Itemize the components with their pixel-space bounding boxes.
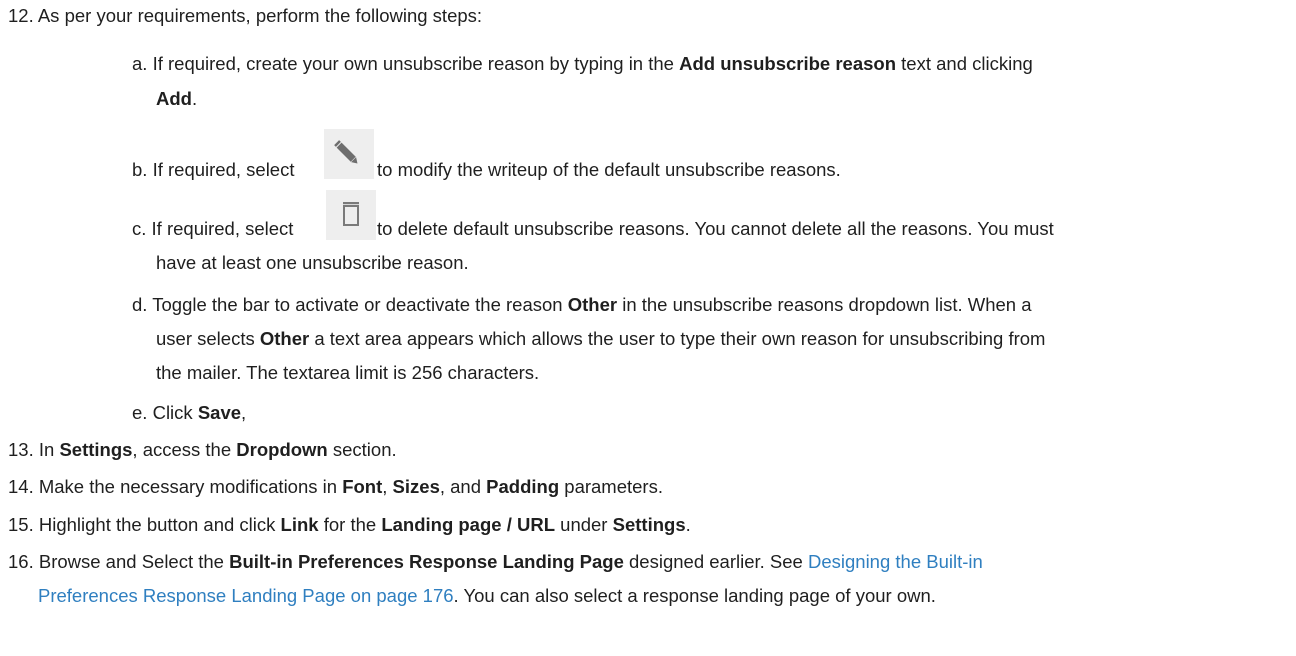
cross-reference-link[interactable]: Preferences Response Landing Page on pag… <box>38 585 454 606</box>
step-14: 14. Make the necessary modifications in … <box>8 475 663 499</box>
bold-term: Dropdown <box>236 439 328 460</box>
substep-text: to modify the writeup of the default uns… <box>377 159 841 180</box>
substep-label: c. <box>132 218 147 239</box>
step-number: 13. <box>8 439 34 460</box>
step-number: 14. <box>8 476 34 497</box>
step-15: 15. Highlight the button and click Link … <box>8 513 691 537</box>
cross-reference-link[interactable]: Designing the Built-in <box>808 551 983 572</box>
substep-text: If required, select <box>147 159 295 180</box>
step-12: 12. As per your requirements, perform th… <box>8 4 482 28</box>
substep-text: to delete default unsubscribe reasons. Y… <box>377 218 1054 239</box>
substep-d-cont1: user selects Other a text area appears w… <box>156 327 1045 351</box>
trash-icon <box>326 190 376 240</box>
substep-text: text and clicking <box>896 53 1033 74</box>
substep-text: If required, create your own unsubscribe… <box>147 53 680 74</box>
substep-c-rest: to delete default unsubscribe reasons. Y… <box>377 217 1054 241</box>
pencil-icon <box>324 129 374 179</box>
step-number: 16. <box>8 551 34 572</box>
substep-text: in the unsubscribe reasons dropdown list… <box>617 294 1032 315</box>
substep-b: b. If required, select <box>132 158 294 182</box>
step-text: for the <box>318 514 382 535</box>
substep-text: If required, select <box>146 218 294 239</box>
step-text: , <box>382 476 393 497</box>
bold-term: Link <box>280 514 319 535</box>
step-16: 16. Browse and Select the Built-in Prefe… <box>8 550 983 574</box>
step-text: . <box>685 514 691 535</box>
substep-c: c. If required, select <box>132 217 293 241</box>
substep-text: Toggle the bar to activate or deactivate… <box>147 294 568 315</box>
step-number: 15. <box>8 514 34 535</box>
substep-text: Click <box>147 402 198 423</box>
step-text: Make the necessary modifications in <box>33 476 343 497</box>
step-text: As per your requirements, perform the fo… <box>33 5 483 26</box>
bold-term: Settings <box>612 514 686 535</box>
bold-term: Settings <box>59 439 133 460</box>
step-number: 12. <box>8 5 34 26</box>
step-text: In <box>33 439 60 460</box>
substep-text: a text area appears which allows the use… <box>309 328 1046 349</box>
substep-a-cont: Add. <box>156 87 197 111</box>
substep-e: e. Click Save, <box>132 401 246 425</box>
step-text: , access the <box>132 439 237 460</box>
bold-term: Built-in Preferences Response Landing Pa… <box>229 551 624 572</box>
step-text: , and <box>439 476 487 497</box>
bold-term: Other <box>567 294 618 315</box>
step-text: designed earlier. See <box>623 551 808 572</box>
bold-term: Font <box>342 476 383 497</box>
substep-b-rest: to modify the writeup of the default uns… <box>377 158 841 182</box>
substep-text: the mailer. The textarea limit is 256 ch… <box>156 362 540 383</box>
bold-term: Padding <box>486 476 560 497</box>
substep-c-cont: have at least one unsubscribe reason. <box>156 251 469 275</box>
substep-label: a. <box>132 53 148 74</box>
substep-label: e. <box>132 402 148 423</box>
step-text: section. <box>327 439 397 460</box>
substep-d-cont2: the mailer. The textarea limit is 256 ch… <box>156 361 539 385</box>
substep-d: d. Toggle the bar to activate or deactiv… <box>132 293 1032 317</box>
bold-term: Landing page / URL <box>381 514 556 535</box>
step-text: Browse and Select the <box>33 551 230 572</box>
substep-label: b. <box>132 159 148 180</box>
bold-term: Add unsubscribe reason <box>679 53 897 74</box>
bold-term: Sizes <box>392 476 440 497</box>
substep-text: have at least one unsubscribe reason. <box>156 252 469 273</box>
step-text: under <box>555 514 613 535</box>
substep-label: d. <box>132 294 148 315</box>
step-text: . You can also select a response landing… <box>453 585 936 606</box>
substep-text: . <box>191 88 198 109</box>
step-text: Highlight the button and click <box>33 514 281 535</box>
substep-text: user selects <box>156 328 260 349</box>
bold-term: Save <box>197 402 242 423</box>
bold-term: Other <box>259 328 310 349</box>
step-13: 13. In Settings, access the Dropdown sec… <box>8 438 397 462</box>
step-text: parameters. <box>559 476 663 497</box>
substep-a: a. If required, create your own unsubscr… <box>132 52 1033 76</box>
bold-term: Add <box>156 88 192 109</box>
substep-text: , <box>241 402 247 423</box>
step-16-cont: Preferences Response Landing Page on pag… <box>38 584 936 608</box>
